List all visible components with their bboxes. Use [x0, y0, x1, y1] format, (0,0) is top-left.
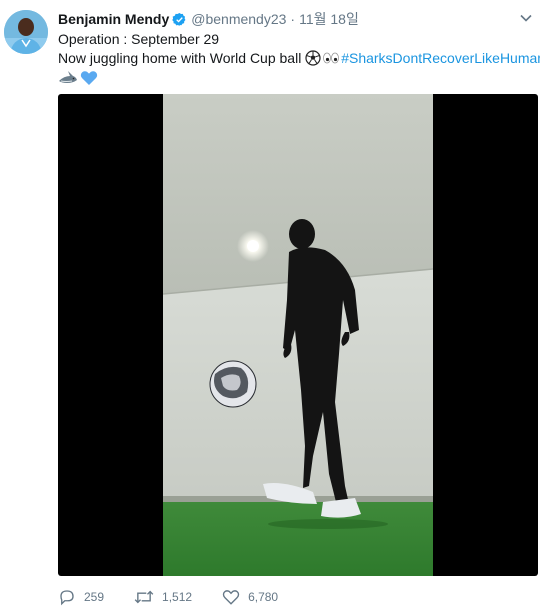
soccer-ball-icon: [305, 50, 321, 66]
like-count: 6,780: [248, 590, 279, 604]
tweet-line-2: Now juggling home with World Cup ball #S…: [58, 49, 540, 68]
video-frame[interactable]: [163, 94, 433, 576]
tweet-timestamp[interactable]: 11월 18일: [299, 9, 359, 29]
author-name[interactable]: Benjamin Mendy: [58, 11, 169, 27]
avatar[interactable]: [4, 10, 48, 54]
blue-heart-icon: [80, 70, 98, 85]
reply-button[interactable]: 259: [58, 588, 104, 606]
author-handle[interactable]: @benmendy23: [191, 11, 286, 27]
shark-icon: [59, 70, 77, 83]
retweet-button[interactable]: 1,512: [134, 588, 192, 606]
hashtag-link[interactable]: #SharksDontRecoverLikeHumans: [341, 50, 540, 66]
tweet-card: Benjamin Mendy @benmendy23 · 11월 18일 Ope…: [0, 0, 540, 612]
reply-count: 259: [84, 590, 105, 604]
reply-icon: [60, 590, 74, 606]
video-player[interactable]: [58, 94, 538, 576]
tweet-header: Benjamin Mendy @benmendy23 · 11월 18일: [58, 9, 359, 29]
retweet-count: 1,512: [162, 590, 193, 604]
tweet-actions: 259 1,512 6,780: [58, 586, 308, 608]
eyes-icon: [323, 52, 340, 64]
separator-dot: ·: [290, 11, 296, 27]
tweet-line-1: Operation : September 29: [58, 31, 220, 47]
chevron-down-icon[interactable]: [518, 10, 534, 26]
like-button[interactable]: 6,780: [222, 588, 278, 606]
tweet-line-2-text: Now juggling home with World Cup ball: [58, 50, 306, 66]
verified-badge-icon: [172, 12, 186, 26]
tweet-text: Operation : September 29 Now juggling ho…: [58, 30, 540, 87]
heart-icon: [222, 590, 240, 605]
retweet-icon: [134, 590, 154, 604]
emoji-row: [58, 68, 534, 87]
